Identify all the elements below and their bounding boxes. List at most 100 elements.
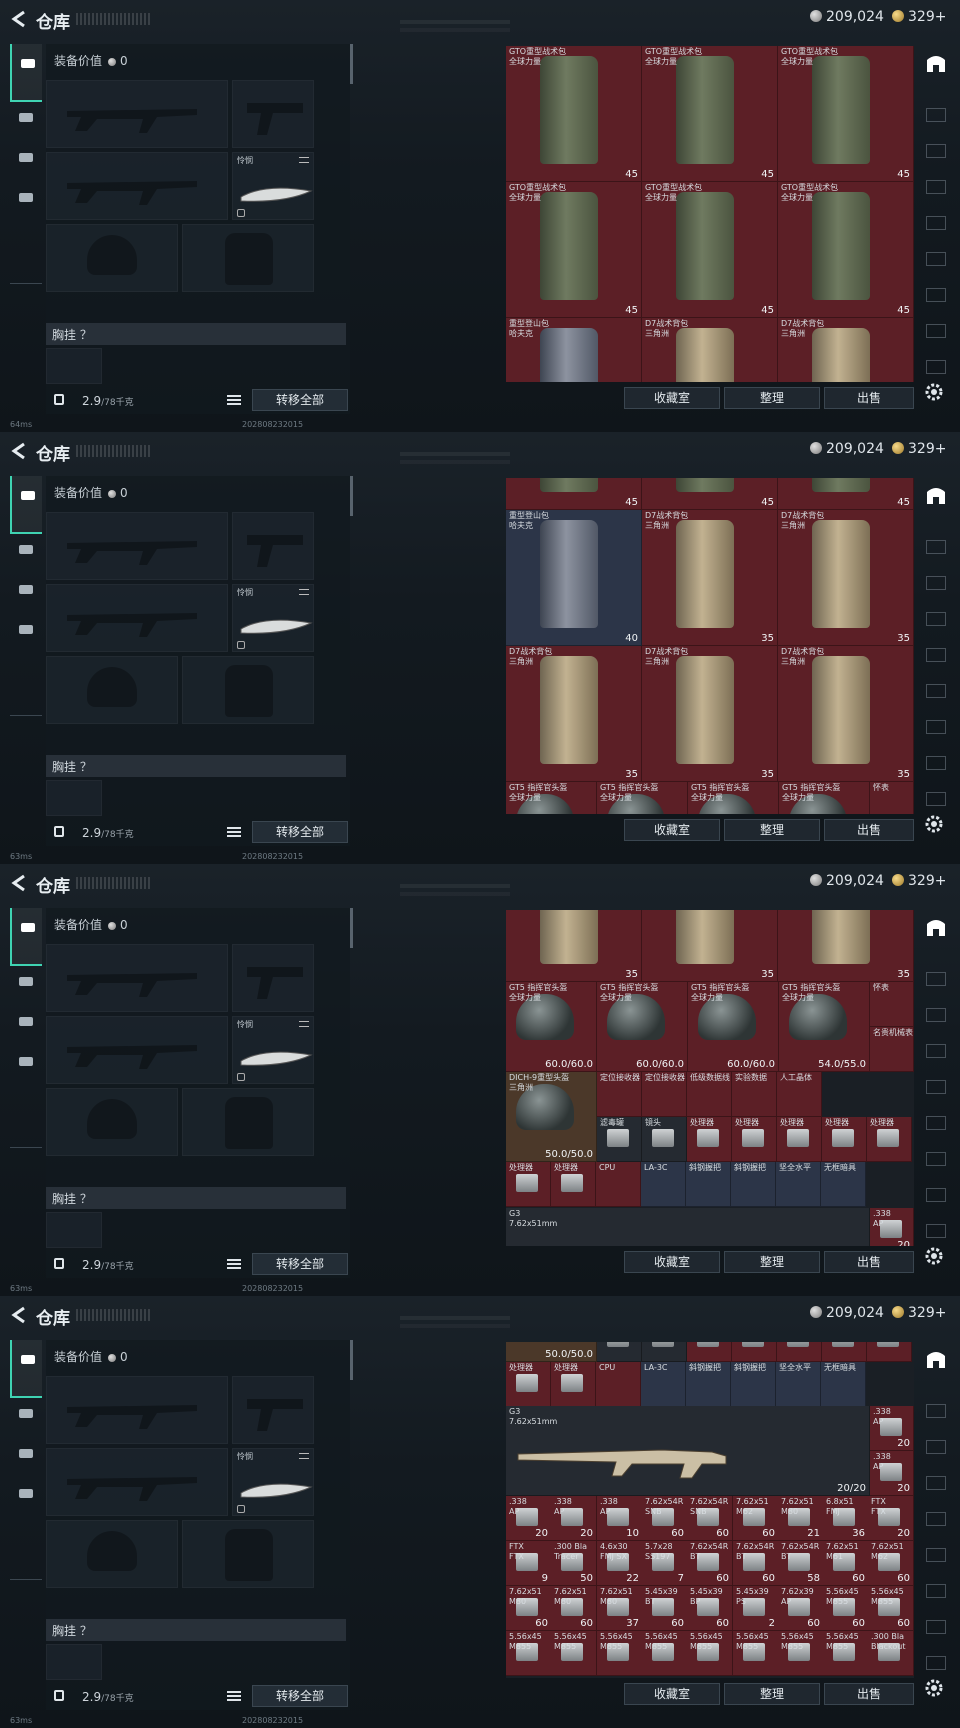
backpack-item[interactable]: 45	[506, 478, 642, 510]
container-tab-home[interactable]	[922, 1348, 950, 1382]
g3-rifle-item[interactable]: G37.62x51mm20/20	[506, 1208, 870, 1246]
ammo-item[interactable]: 6.8x51 FMJ 36	[823, 1496, 869, 1541]
secondary-weapon-slot[interactable]	[46, 1016, 228, 1084]
ammo-item[interactable]: 5.56x45 M855 60	[868, 1586, 914, 1631]
transfer-all-button[interactable]: 转移全部	[252, 389, 348, 411]
container-tab-7[interactable]	[922, 1610, 950, 1644]
pistol-slot[interactable]	[232, 944, 314, 1012]
misc-item[interactable]: CPU	[596, 1362, 641, 1407]
armor-slot[interactable]	[182, 1520, 314, 1588]
equipment-scrollbar[interactable]	[350, 476, 353, 516]
helmet-item[interactable]: GT5 指挥官头盔 全球力量 60.0/60.0	[688, 982, 779, 1072]
ammo-item[interactable]: 5.56x45 M855	[687, 1631, 733, 1676]
sell-button[interactable]: 出售	[824, 1251, 914, 1273]
transfer-all-button[interactable]: 转移全部	[252, 1685, 348, 1707]
container-tab-4[interactable]	[922, 1502, 950, 1536]
swap-icon[interactable]	[299, 1021, 309, 1027]
container-tab-1[interactable]	[922, 98, 950, 132]
container-tab-5[interactable]	[922, 1538, 950, 1572]
container-tab-8[interactable]	[922, 350, 950, 384]
misc-item[interactable]: 滤毒罐	[597, 1117, 642, 1162]
backpack-item[interactable]: GTO重型战术包 全球力量 45	[778, 182, 914, 318]
container-tab-6[interactable]	[922, 1142, 950, 1176]
stash-grid[interactable]: 353535GT5 指挥官头盔 全球力量60.0/60.0GT5 指挥官头盔 全…	[506, 1342, 914, 1678]
container-tab-1[interactable]	[922, 1394, 950, 1428]
container-tab-1[interactable]	[922, 530, 950, 564]
misc-item[interactable]: 实验数据	[732, 1072, 777, 1117]
ammo-item[interactable]: 7.62x51 M61 60	[823, 1541, 869, 1586]
ammo-item[interactable]: 5.56x45 M855 60	[823, 1586, 869, 1631]
ammo-item[interactable]: 5.56x45 M855	[823, 1631, 869, 1676]
ammo-item[interactable]: 7.62x39 AP 60	[778, 1586, 824, 1631]
ammo-item[interactable]: 5.7x28 SS197 7	[642, 1541, 688, 1586]
back-button[interactable]	[10, 9, 28, 29]
misc-item[interactable]: 定位接收器	[642, 1072, 687, 1117]
back-button[interactable]	[10, 1305, 28, 1325]
misc-item[interactable]: 定位接收器	[597, 1072, 642, 1117]
container-tab-2[interactable]	[922, 1430, 950, 1464]
tab-backpack[interactable]	[10, 138, 42, 182]
ammo-item[interactable]: 7.62x51 M62 60	[868, 1541, 914, 1586]
sell-button[interactable]: 出售	[824, 819, 914, 841]
gold-currency[interactable]: 329+	[892, 9, 946, 25]
misc-item[interactable]: 镜头	[642, 1117, 687, 1162]
misc-item[interactable]: 处理器	[777, 1342, 822, 1362]
ammo-item[interactable]: 7.62x54R SNB 60	[642, 1496, 688, 1541]
backpack-item[interactable]: 35	[778, 910, 914, 982]
container-tab-8[interactable]	[922, 782, 950, 816]
container-tab-3[interactable]	[922, 170, 950, 204]
backpack-item[interactable]: D7战术背包 三角洲	[778, 318, 914, 382]
misc-item[interactable]: 斜钢握把	[731, 1162, 776, 1207]
misc-item[interactable]: 无框暗具	[821, 1162, 866, 1207]
container-tab-home[interactable]	[922, 484, 950, 518]
helmet-slot[interactable]	[46, 224, 178, 292]
chest-rig-slot[interactable]	[46, 1644, 102, 1680]
misc-item[interactable]: 处理器	[867, 1342, 912, 1362]
container-tab-7[interactable]	[922, 314, 950, 348]
pocket-watch-item[interactable]: 怀表	[870, 982, 914, 1027]
container-tab-4[interactable]	[922, 1070, 950, 1104]
container-tab-6[interactable]	[922, 278, 950, 312]
sell-button[interactable]: 出售	[824, 387, 914, 409]
misc-item[interactable]: 处理器	[822, 1117, 867, 1162]
container-tab-4[interactable]	[922, 638, 950, 672]
tab-backpack[interactable]	[10, 1434, 42, 1478]
backpack-item[interactable]: 45	[778, 478, 914, 510]
helmet-slot[interactable]	[46, 1088, 178, 1156]
ammo-item[interactable]: 4.6x30 FMJ SX 22	[597, 1541, 643, 1586]
stash-grid[interactable]: GTO重型战术包 全球力量 45 GTO重型战术包 全球力量 45 GTO重型战术包 全…	[506, 46, 914, 382]
tab-backpack[interactable]	[10, 1002, 42, 1046]
misc-item[interactable]: 处理器	[777, 1117, 822, 1162]
ammo-item[interactable]: 7.62x51 M80 60	[506, 1586, 552, 1631]
backpack-item[interactable]: 45	[642, 478, 778, 510]
ammo-item[interactable]: 5.56x45 M855	[506, 1631, 552, 1676]
misc-item[interactable]: 斜钢握把	[686, 1362, 731, 1407]
ammo-item[interactable]: 5.45x39 BT 60	[642, 1586, 688, 1631]
container-tab-2[interactable]	[922, 998, 950, 1032]
watch-item[interactable]: 怀表	[870, 782, 914, 814]
helmet-item[interactable]: GT5 指挥官头盔 全球力量	[506, 782, 597, 814]
backpack-item[interactable]: D7战术背包 三角洲 35	[506, 646, 642, 782]
secondary-weapon-slot[interactable]	[46, 1448, 228, 1516]
ammo-item[interactable]: 7.62x51 M62 60	[733, 1496, 779, 1541]
sort-button[interactable]: 整理	[724, 387, 820, 409]
backpack-item[interactable]: 35	[506, 910, 642, 982]
secondary-weapon-slot[interactable]	[46, 152, 228, 220]
pistol-slot[interactable]	[232, 1376, 314, 1444]
misc-item[interactable]: 处理器	[732, 1117, 777, 1162]
container-tab-6[interactable]	[922, 1574, 950, 1608]
misc-item[interactable]: 人工晶体	[777, 1072, 822, 1117]
ammo-item[interactable]: 7.62x54R BT 60	[733, 1541, 779, 1586]
transfer-all-button[interactable]: 转移全部	[252, 1253, 348, 1275]
melee-slot[interactable]: 怜悯	[232, 152, 314, 220]
tab-armor[interactable]	[10, 962, 42, 1006]
stash-grid[interactable]: 45 45 45 重型登山包 哈夫克 40 D7战术背包 三角洲 35 D7战术背包 三角洲 3…	[506, 478, 914, 814]
helmet-slot[interactable]	[46, 656, 178, 724]
gold-currency[interactable]: 329+	[892, 873, 946, 889]
container-tab-5[interactable]	[922, 242, 950, 276]
misc-item[interactable]: 坚全水平	[776, 1362, 821, 1407]
armor-slot[interactable]	[182, 224, 314, 292]
ammo-item[interactable]: 7.62x54R BT 58	[778, 1541, 824, 1586]
helmet-item[interactable]: GT5 指挥官头盔 全球力量	[688, 782, 779, 814]
backpack-item[interactable]: 重型登山包 哈夫克	[506, 318, 642, 382]
